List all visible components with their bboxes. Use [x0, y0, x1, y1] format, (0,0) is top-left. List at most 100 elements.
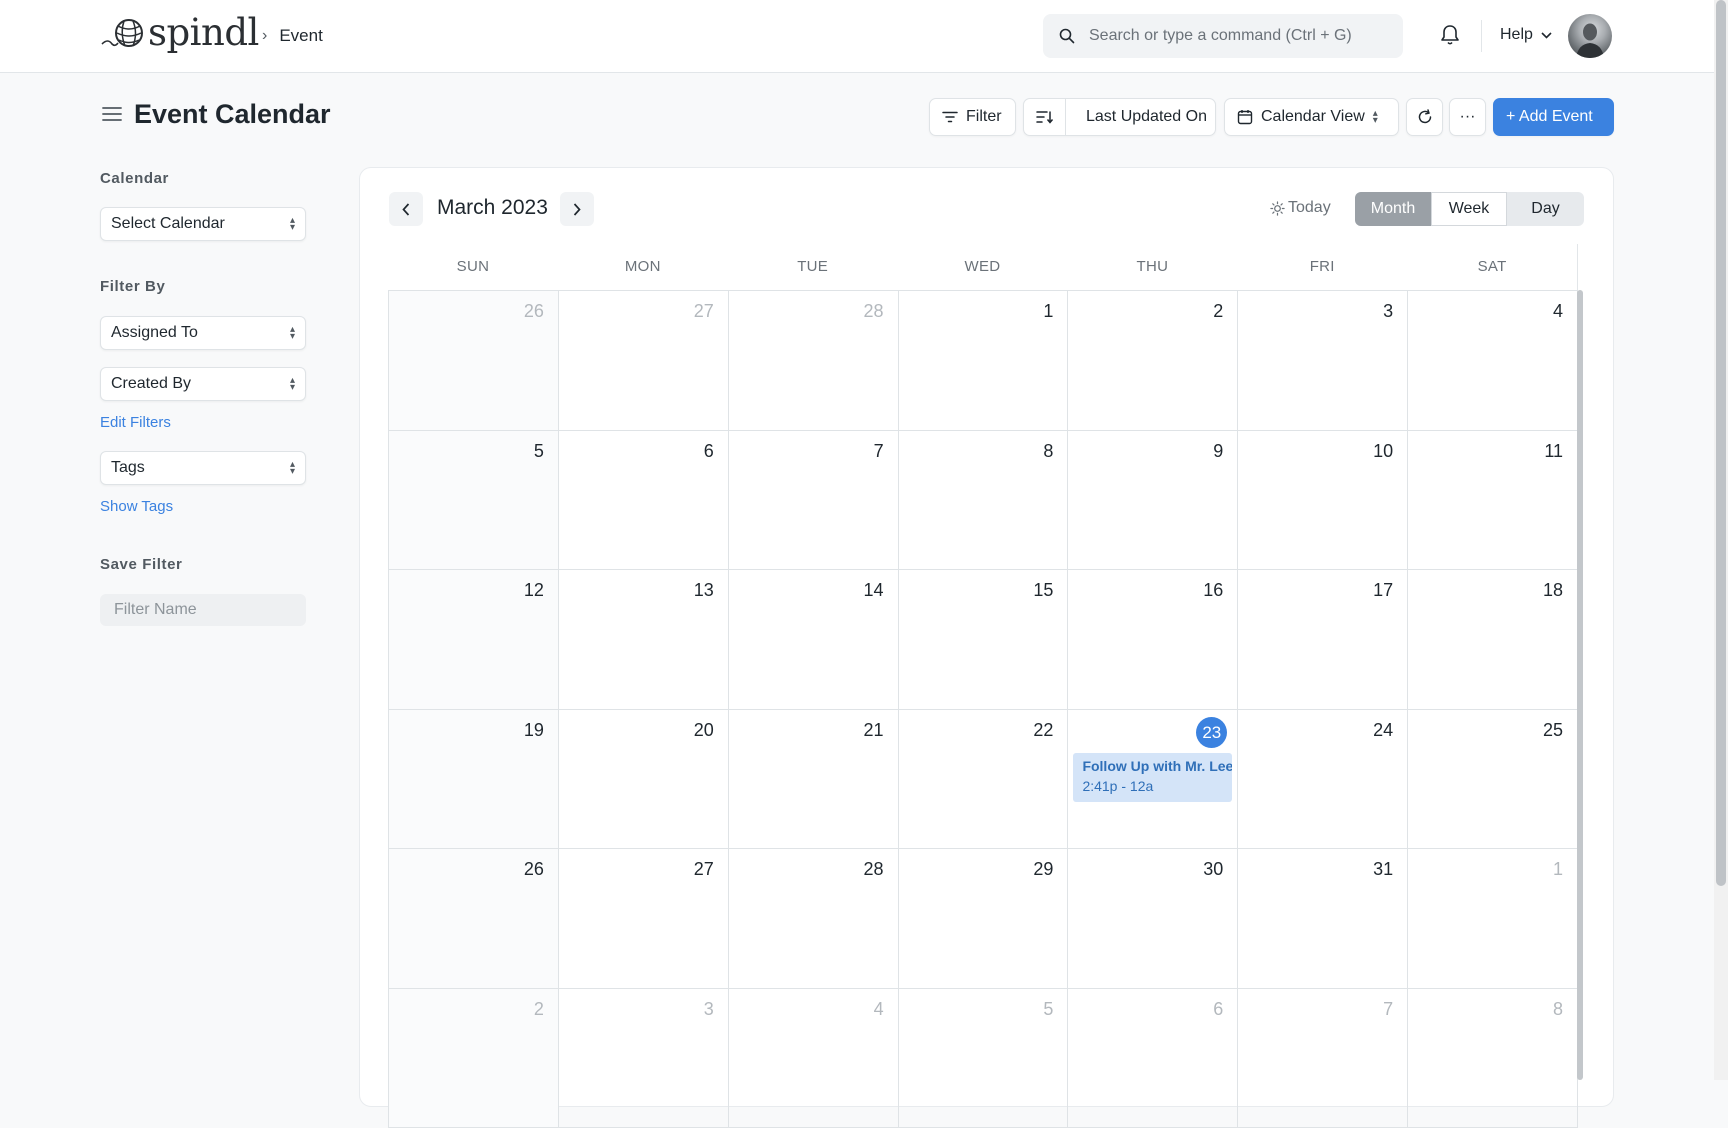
day-number: 6: [1213, 999, 1223, 1020]
today-button[interactable]: Today: [1270, 199, 1331, 217]
day-cell[interactable]: 22: [899, 710, 1069, 849]
day-cell[interactable]: 4: [729, 989, 899, 1128]
filter-button[interactable]: Filter: [929, 98, 1016, 136]
day-number: 14: [864, 580, 884, 601]
day-cell[interactable]: 1: [1408, 849, 1578, 988]
day-cell[interactable]: 9: [1068, 431, 1238, 570]
day-cell[interactable]: 19: [389, 710, 559, 849]
day-cell[interactable]: 28: [729, 849, 899, 988]
day-cell[interactable]: 31: [1238, 849, 1408, 988]
day-cell[interactable]: 26: [389, 291, 559, 430]
sidebar-toggle-icon[interactable]: [102, 106, 122, 127]
day-cell[interactable]: 13: [559, 570, 729, 709]
add-event-button[interactable]: + Add Event: [1493, 98, 1614, 136]
created-by-filter[interactable]: Created By ▴▾: [100, 367, 306, 401]
week-row: 262728 29 30 31 1: [389, 849, 1578, 989]
spindl-logo[interactable]: spindl: [100, 14, 259, 51]
week-row: 1213 14 15161718: [389, 570, 1578, 710]
day-cell[interactable]: 28: [729, 291, 899, 430]
day-cell[interactable]: 4: [1408, 291, 1578, 430]
filter-name-input[interactable]: [100, 594, 306, 626]
yarn-ball-icon: [100, 16, 146, 50]
select-calendar-dropdown[interactable]: Select Calendar ▴▾: [100, 207, 306, 241]
day-number: 4: [874, 999, 884, 1020]
notifications-bell-icon[interactable]: [1440, 24, 1460, 51]
day-cell[interactable]: 3: [559, 989, 729, 1128]
assigned-to-filter[interactable]: Assigned To ▴▾: [100, 316, 306, 350]
day-number: 31: [1373, 859, 1393, 880]
sort-icon: [1036, 110, 1054, 124]
day-cell[interactable]: 27: [559, 849, 729, 988]
day-number: 29: [1033, 859, 1053, 880]
day-cell[interactable]: 20: [559, 710, 729, 849]
day-cell[interactable]: 8: [1408, 989, 1578, 1128]
calendar-event[interactable]: Follow Up with Mr. Lee2:41p - 12a: [1073, 753, 1232, 802]
more-dots-icon: ···: [1460, 108, 1476, 126]
next-month-button[interactable]: [560, 192, 594, 226]
calendar-view-dropdown[interactable]: Calendar View ▴▾: [1224, 98, 1399, 136]
day-cell[interactable]: 3: [1238, 291, 1408, 430]
assigned-to-value: Assigned To: [111, 324, 198, 342]
day-cell[interactable]: 23Follow Up with Mr. Lee2:41p - 12a: [1068, 710, 1238, 849]
sort-button-group: Last Updated On: [1023, 98, 1216, 136]
top-navbar: spindl › Event Help: [0, 0, 1714, 73]
day-cell[interactable]: 6: [559, 431, 729, 570]
sort-by-button[interactable]: Last Updated On: [1074, 108, 1207, 126]
weekday-header: TUE: [728, 244, 898, 290]
week-row: 2 3 45 678: [389, 989, 1578, 1128]
more-actions-button[interactable]: ···: [1449, 98, 1486, 136]
edit-filters-link[interactable]: Edit Filters: [100, 414, 171, 431]
refresh-button[interactable]: [1406, 98, 1443, 136]
day-cell[interactable]: 24: [1238, 710, 1408, 849]
day-number: 2: [534, 999, 544, 1020]
search-bar[interactable]: [1043, 14, 1403, 58]
day-cell[interactable]: 11: [1408, 431, 1578, 570]
day-cell[interactable]: 7: [1238, 989, 1408, 1128]
prev-month-button[interactable]: [389, 192, 423, 226]
user-avatar[interactable]: [1568, 14, 1612, 58]
search-input[interactable]: [1087, 26, 1387, 46]
page-scrollbar-thumb[interactable]: [1716, 0, 1726, 886]
day-number: 1: [1553, 859, 1563, 880]
day-cell[interactable]: 1: [899, 291, 1069, 430]
day-cell[interactable]: 30: [1068, 849, 1238, 988]
calendar-scrollbar[interactable]: [1577, 290, 1583, 1080]
sort-direction-button[interactable]: [1024, 99, 1066, 135]
month-view-button[interactable]: Month: [1355, 192, 1431, 226]
day-number: 3: [704, 999, 714, 1020]
filter-icon: [942, 111, 958, 123]
day-cell[interactable]: 12: [389, 570, 559, 709]
day-view-button[interactable]: Day: [1507, 192, 1584, 226]
day-cell[interactable]: 25: [1408, 710, 1578, 849]
weekday-header: MON: [558, 244, 728, 290]
day-cell[interactable]: 15: [899, 570, 1069, 709]
day-cell[interactable]: 21: [729, 710, 899, 849]
chevron-left-icon: [402, 203, 410, 216]
chevron-down-icon: [1541, 32, 1552, 39]
day-cell[interactable]: 5: [389, 431, 559, 570]
day-cell[interactable]: 2: [1068, 291, 1238, 430]
sun-icon: [1270, 201, 1285, 216]
day-cell[interactable]: 10: [1238, 431, 1408, 570]
navbar-divider: [1481, 20, 1482, 52]
breadcrumb-event-link[interactable]: Event: [279, 26, 322, 46]
refresh-icon: [1417, 109, 1433, 125]
tags-filter[interactable]: Tags ▴▾: [100, 451, 306, 485]
help-dropdown[interactable]: Help: [1500, 26, 1552, 44]
day-cell[interactable]: 29: [899, 849, 1069, 988]
day-cell[interactable]: 16: [1068, 570, 1238, 709]
show-tags-link[interactable]: Show Tags: [100, 498, 173, 515]
day-cell[interactable]: 5: [899, 989, 1069, 1128]
day-cell[interactable]: 18: [1408, 570, 1578, 709]
day-cell[interactable]: 26: [389, 849, 559, 988]
day-cell[interactable]: 14: [729, 570, 899, 709]
day-cell[interactable]: 27: [559, 291, 729, 430]
day-cell[interactable]: 7: [729, 431, 899, 570]
day-cell[interactable]: 2: [389, 989, 559, 1128]
select-arrows-icon: ▴▾: [290, 461, 295, 475]
day-cell[interactable]: 6: [1068, 989, 1238, 1128]
day-cell[interactable]: 17: [1238, 570, 1408, 709]
created-by-value: Created By: [111, 375, 191, 393]
week-view-button[interactable]: Week: [1431, 192, 1507, 226]
day-cell[interactable]: 8: [899, 431, 1069, 570]
